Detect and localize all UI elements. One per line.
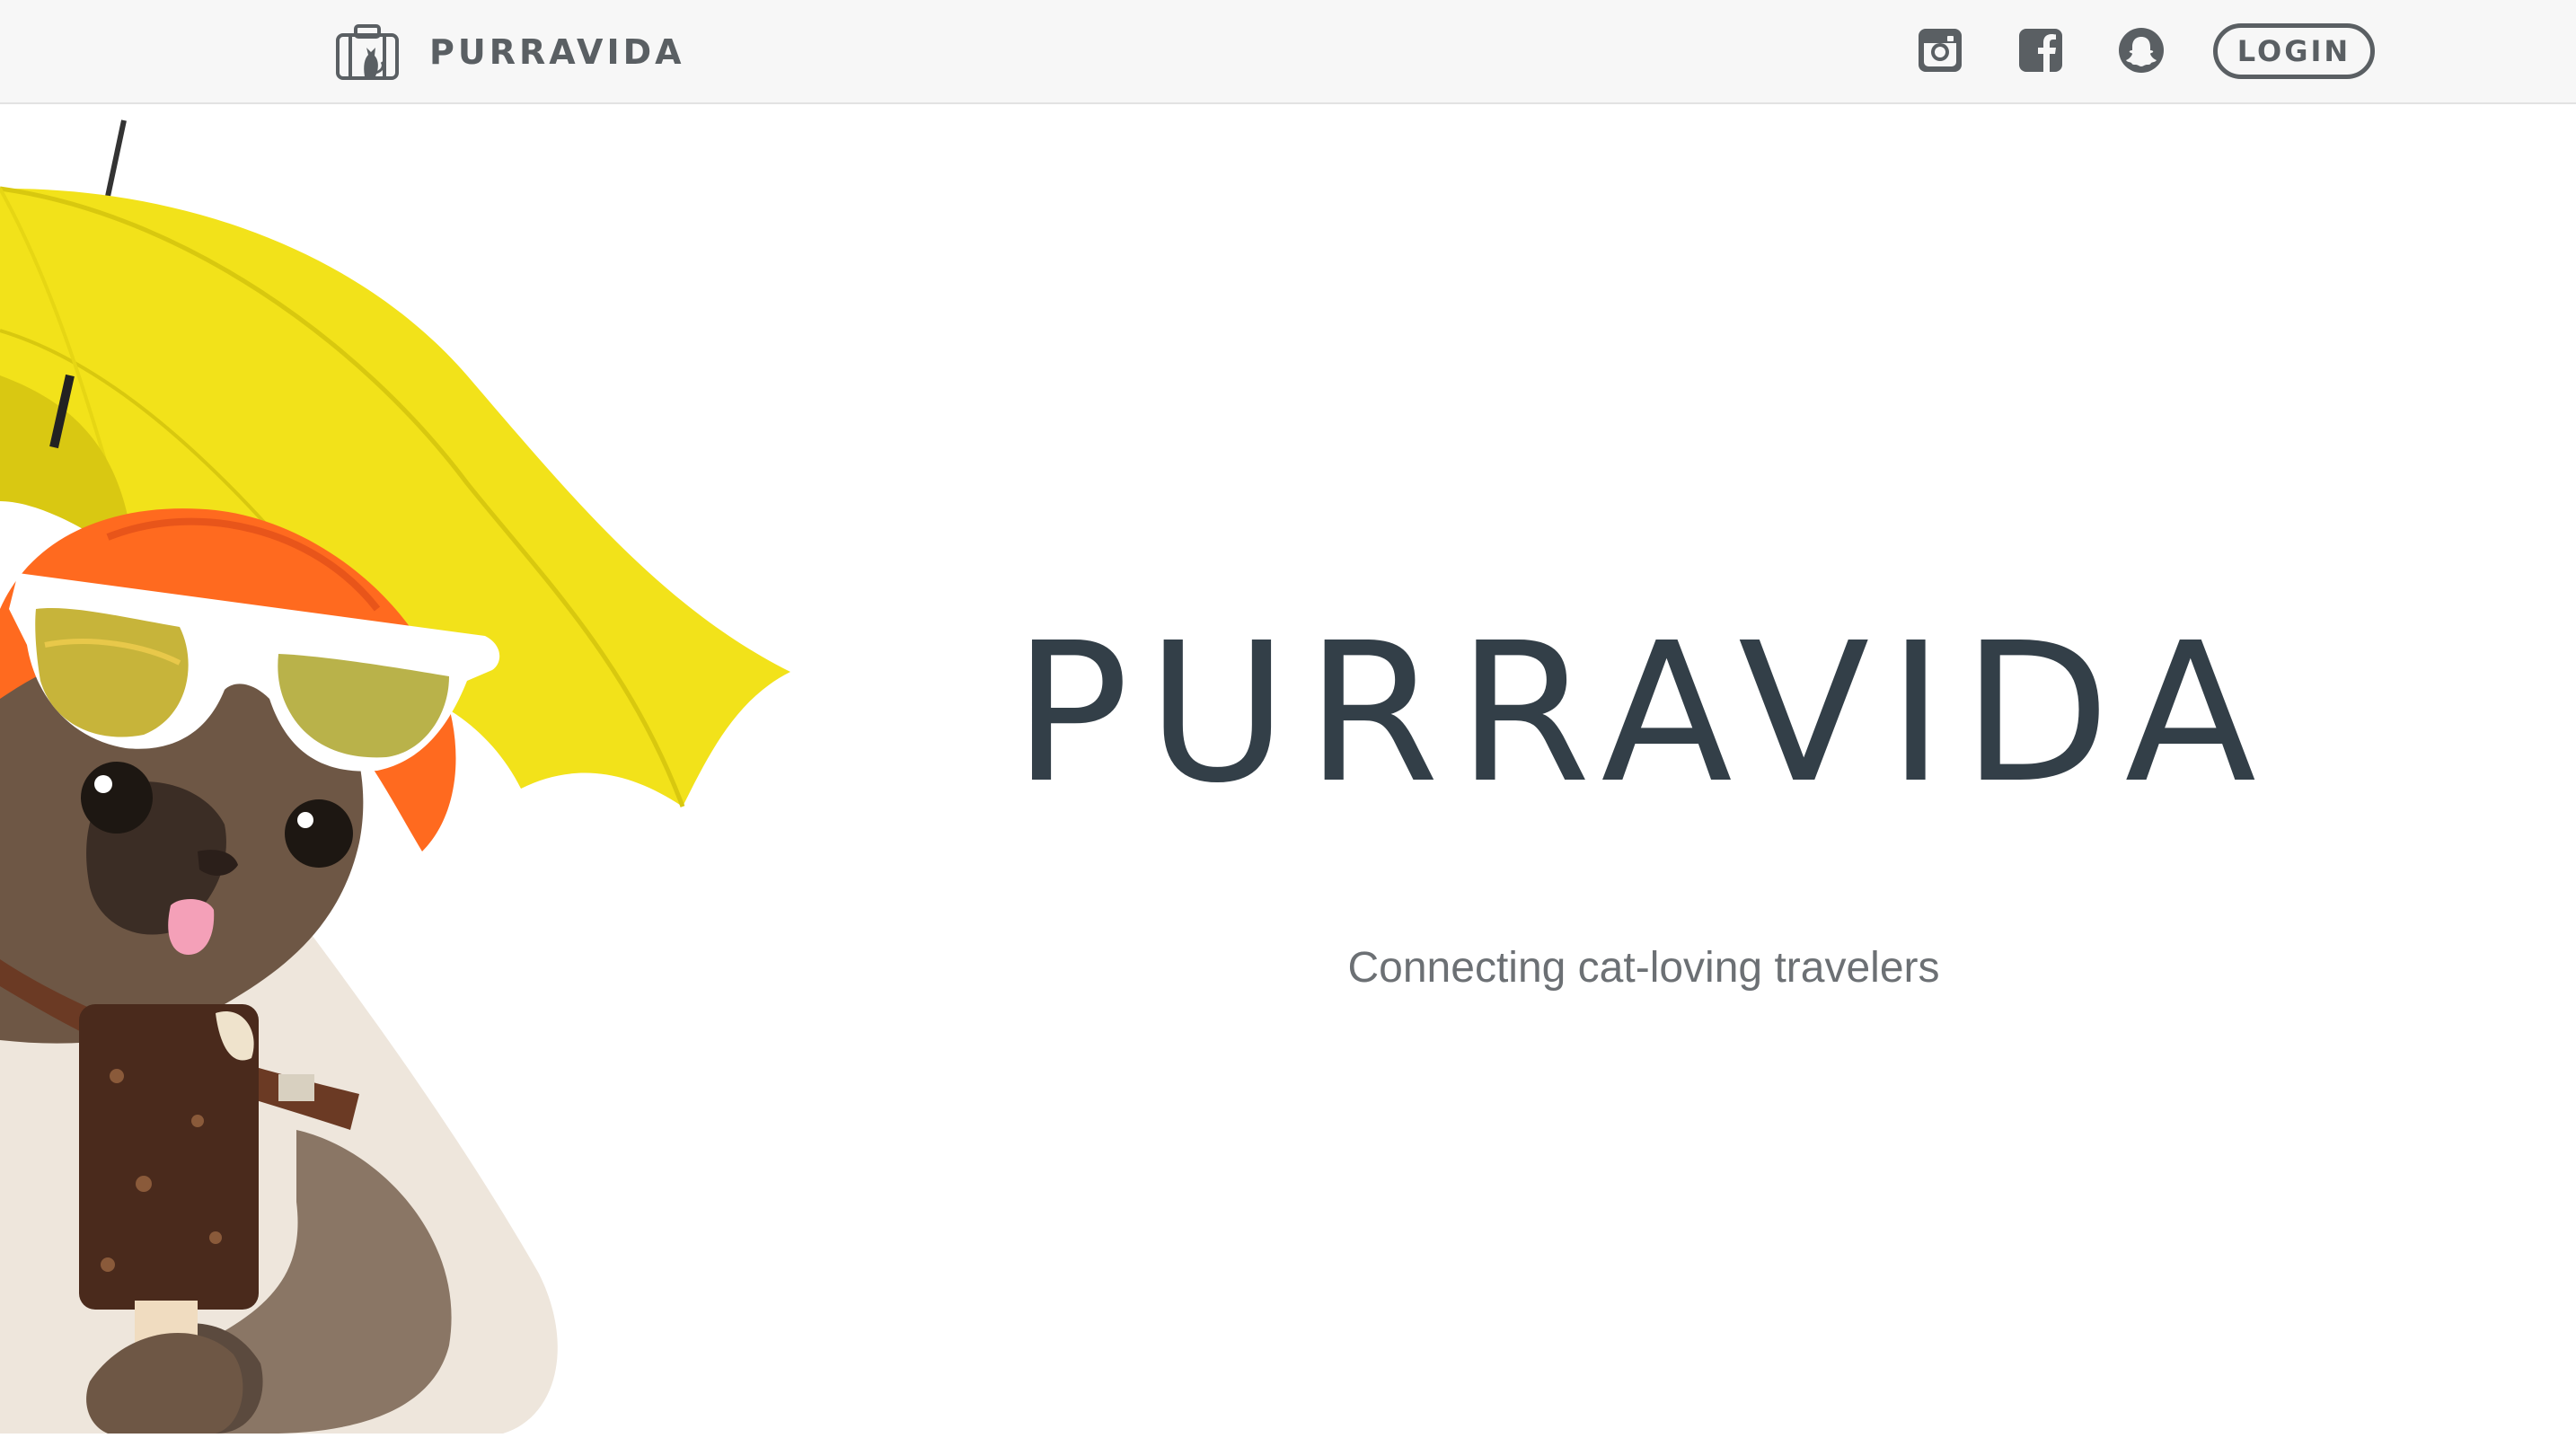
facebook-icon[interactable]	[2017, 27, 2064, 74]
brand-link[interactable]: PURRAVIDA	[332, 20, 685, 84]
top-navbar: PURRAVIDA LOGIN	[0, 0, 2576, 104]
snapchat-icon[interactable]	[2118, 27, 2165, 74]
login-button[interactable]: LOGIN	[2213, 23, 2375, 79]
brand-name: PURRAVIDA	[429, 32, 685, 72]
instagram-icon[interactable]	[1917, 27, 1963, 74]
hero-title: PURRAVIDA	[1012, 602, 2275, 825]
suitcase-cat-icon	[332, 22, 402, 82]
hero-subtitle: Connecting cat-loving travelers	[1347, 944, 1940, 992]
hero-section: PURRAVIDA Connecting cat-loving traveler…	[0, 106, 2576, 1434]
hero-cat-illustration	[0, 106, 826, 1434]
